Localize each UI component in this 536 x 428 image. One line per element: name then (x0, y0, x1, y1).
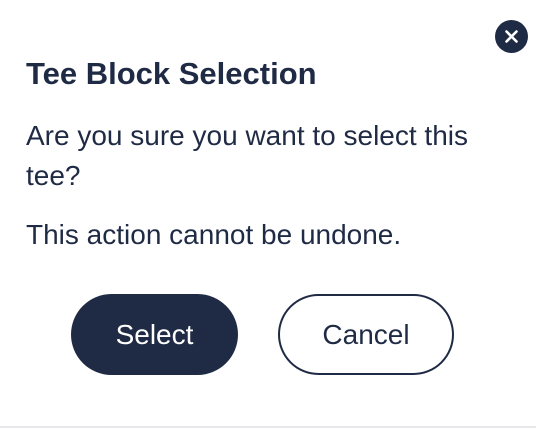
close-button[interactable] (495, 20, 528, 53)
dialog-warning: This action cannot be undone. (26, 219, 402, 250)
dialog-message: Are you sure you want to select this tee… (26, 120, 468, 191)
close-icon (505, 30, 518, 43)
dialog-title: Tee Block Selection (26, 56, 317, 91)
select-button[interactable]: Select (71, 294, 238, 375)
cancel-button[interactable]: Cancel (278, 294, 454, 375)
confirmation-dialog: Tee Block Selection Are you sure you wan… (0, 0, 536, 428)
